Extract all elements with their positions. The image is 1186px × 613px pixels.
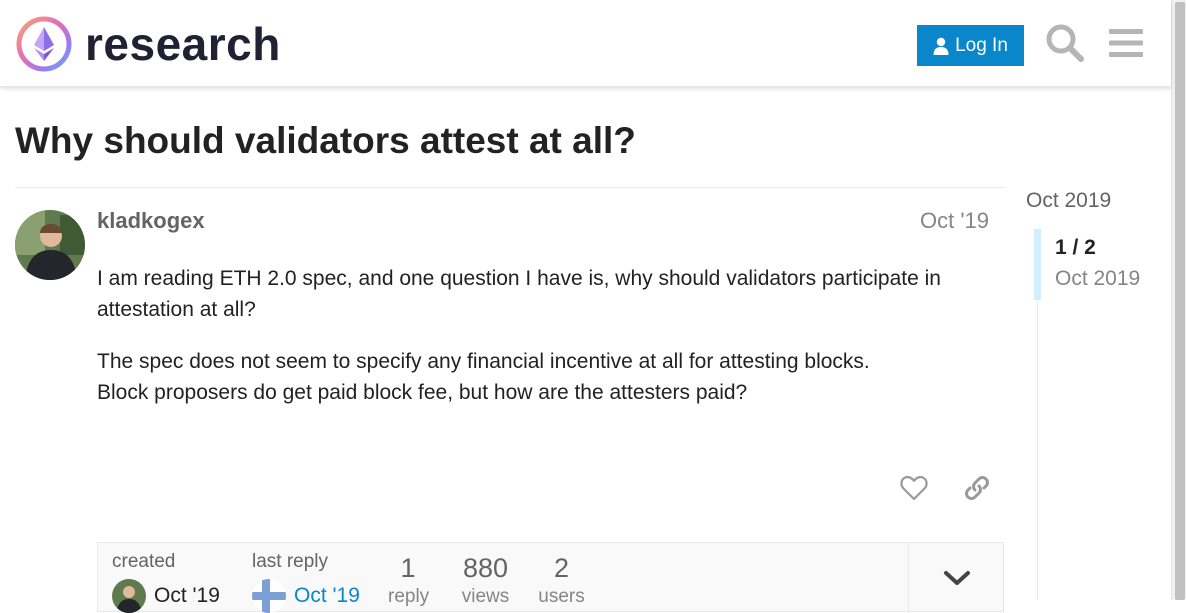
topic-created[interactable]: created Oct '19 (112, 551, 220, 613)
hamburger-menu-button[interactable] (1105, 22, 1147, 64)
post-body: I am reading ETH 2.0 spec, and one quest… (97, 263, 997, 429)
topic-map: created Oct '19 last reply Oct '19 1 rep… (97, 542, 1004, 613)
heart-icon (900, 475, 928, 501)
topic-last-reply[interactable]: last reply Oct '19 (252, 551, 360, 613)
post-line: Block proposers do get paid block fee, b… (97, 381, 748, 404)
site-logo[interactable]: research (15, 15, 280, 73)
post-author-avatar[interactable] (15, 210, 85, 280)
users-count: 2 (553, 553, 570, 583)
user-icon (933, 37, 949, 55)
users-label: users (538, 586, 585, 607)
timeline-handle[interactable] (1034, 229, 1041, 300)
post-paragraph: I am reading ETH 2.0 spec, and one quest… (97, 267, 941, 321)
login-button-label: Log In (955, 34, 1008, 56)
replies-label: reply (388, 586, 430, 607)
chevron-down-icon (943, 571, 970, 585)
page-scrollbar[interactable] (1171, 0, 1186, 600)
post-username[interactable]: kladkogex (97, 208, 205, 234)
views-label: views (461, 586, 510, 607)
post-date[interactable]: Oct '19 (920, 208, 989, 234)
site-logo-text: research (85, 18, 281, 70)
last-reply-date[interactable]: Oct '19 (294, 584, 360, 608)
post-paragraph: The spec does not seem to specify any fi… (97, 346, 997, 408)
scrollbar-thumb[interactable] (1175, 2, 1185, 600)
timeline-position: 1 / 2 (1055, 236, 1096, 259)
timeline-position-date: Oct 2019 (1055, 267, 1141, 290)
title-divider (15, 187, 1004, 188)
topic-map-expand-button[interactable] (908, 543, 1004, 613)
timeline-start-date[interactable]: Oct 2019 (1026, 189, 1111, 213)
site-header: research Log In (0, 0, 1171, 87)
avatar-flag-image (252, 579, 286, 613)
topic-title[interactable]: Why should validators attest at all? (15, 120, 636, 162)
search-button[interactable] (1044, 22, 1086, 64)
replies-count: 1 (400, 553, 416, 583)
login-button[interactable]: Log In (917, 25, 1024, 66)
search-icon (1046, 24, 1084, 62)
created-label: created (112, 551, 176, 572)
research-logo-icon (16, 16, 72, 72)
views-count: 880 (462, 553, 509, 583)
last-replier-avatar[interactable] (252, 579, 286, 613)
creator-avatar[interactable] (112, 579, 146, 613)
created-date: Oct '19 (154, 584, 220, 607)
share-link-button[interactable] (959, 470, 995, 506)
last-reply-label: last reply (252, 551, 329, 572)
like-button[interactable] (896, 470, 932, 506)
link-icon (965, 476, 989, 500)
post-line: The spec does not seem to specify any fi… (97, 350, 870, 373)
avatar-photo (112, 579, 146, 613)
hamburger-menu-icon (1109, 29, 1143, 57)
avatar-photo (15, 210, 85, 280)
